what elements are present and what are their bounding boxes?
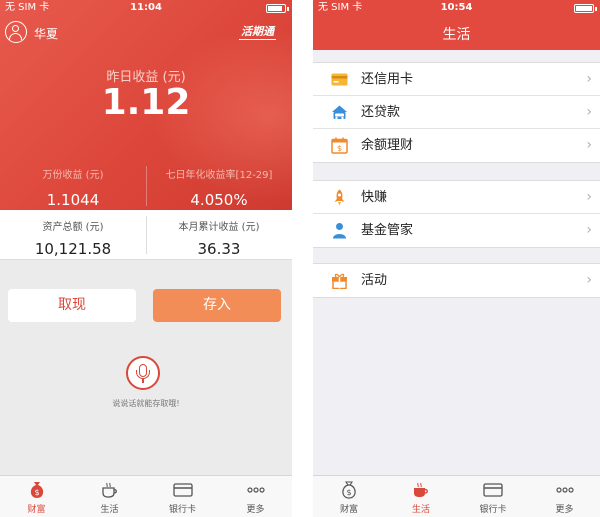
tab-life[interactable]: 生活 <box>385 476 457 517</box>
svg-text:$: $ <box>34 488 39 497</box>
bank-card-icon <box>172 483 193 497</box>
asset-summary: 资产总额 (元) 10,121.58 本月累计收益 (元) 36.33 <box>0 210 292 260</box>
chevron-right-icon: › <box>586 104 592 120</box>
list-item-loan[interactable]: 还贷款 › <box>313 96 600 129</box>
life-screen: 无 SIM 卡 10:54 生活 还信用卡 › 还贷款 › $ 余额理财 › 快… <box>313 0 600 517</box>
status-time: 11:04 <box>130 2 162 13</box>
payments-group: 还信用卡 › 还贷款 › $ 余额理财 › <box>313 62 600 163</box>
rocket-icon <box>334 189 345 206</box>
tab-wealth[interactable]: $ 财富 <box>313 476 385 517</box>
tab-label: 银行卡 <box>168 505 196 515</box>
voice-hint: 说说话就能存取哦! <box>112 399 180 408</box>
house-car-icon <box>332 105 347 120</box>
total-assets-label: 资产总额 (元) <box>42 222 104 233</box>
monthly-earnings-value: 36.33 <box>197 240 241 258</box>
gift-icon <box>332 273 347 289</box>
list-item-activity[interactable]: 活动 › <box>313 264 600 297</box>
chevron-right-icon: › <box>586 272 592 288</box>
per-10k-earnings: 万份收益 (元) 1.1044 <box>0 160 146 209</box>
total-assets: 资产总额 (元) 10,121.58 <box>0 210 146 258</box>
tab-bar: $ 财富 生活 银行卡 更多 <box>0 475 292 517</box>
list-item-label: 还贷款 <box>361 105 401 120</box>
per-10k-earnings-value: 1.1044 <box>46 191 100 209</box>
tab-label: 财富 <box>27 505 46 515</box>
list-item-label: 还信用卡 <box>361 72 414 87</box>
yesterday-earnings-value: 1.12 <box>101 82 191 123</box>
list-item-credit-card[interactable]: 还信用卡 › <box>313 63 600 96</box>
tab-life[interactable]: 生活 <box>73 476 146 517</box>
list-item-balance-wealth[interactable]: $ 余额理财 › <box>313 129 600 162</box>
list-item-label: 基金管家 <box>361 223 414 238</box>
list-item-label: 活动 <box>361 273 388 288</box>
tab-label: 财富 <box>339 505 358 515</box>
list-item-quick-earn[interactable]: 快赚 › <box>313 181 600 214</box>
tab-more[interactable]: 更多 <box>529 476 600 517</box>
nav-bar: 无 SIM 卡 10:54 生活 <box>313 0 600 50</box>
per-10k-earnings-label: 万份收益 (元) <box>42 170 104 181</box>
status-bar: 无 SIM 卡 11:04 <box>0 0 292 16</box>
wealth-screen: 无 SIM 卡 11:04 华夏 活期通 昨日收益 (元) 1.12 万份收益 … <box>0 0 292 517</box>
tab-wealth[interactable]: $ 财富 <box>0 476 73 517</box>
tab-more[interactable]: 更多 <box>219 476 292 517</box>
list-item-fund-manager[interactable]: 基金管家 › <box>313 214 600 247</box>
tab-bank-card[interactable]: 银行卡 <box>457 476 529 517</box>
tab-bar: $ 财富 生活 银行卡 更多 <box>313 475 600 517</box>
coffee-cup-icon <box>414 482 428 497</box>
deposit-button[interactable]: 存入 <box>153 289 281 322</box>
money-bag-icon: $ <box>30 482 43 498</box>
list-item-label: 余额理财 <box>361 138 414 153</box>
calendar-money-icon: $ <box>331 137 348 154</box>
tab-label: 生活 <box>411 505 430 515</box>
credit-card-icon <box>331 73 348 86</box>
bank-card-icon <box>483 483 503 497</box>
page-title: 生活 <box>442 27 471 43</box>
svg-text:$: $ <box>337 144 342 153</box>
earnings-hero: 无 SIM 卡 11:04 华夏 活期通 昨日收益 (元) 1.12 万份收益 … <box>0 0 292 210</box>
chevron-right-icon: › <box>586 71 592 87</box>
svg-text:$: $ <box>346 488 351 497</box>
money-bag-icon: $ <box>342 481 356 499</box>
seven-day-yield-value: 4.050% <box>190 191 248 209</box>
total-assets-value: 10,121.58 <box>34 240 112 258</box>
withdraw-button[interactable]: 取现 <box>8 289 136 322</box>
battery-icon <box>574 4 597 13</box>
battery-icon <box>266 4 289 13</box>
tab-label: 生活 <box>100 505 119 515</box>
activity-group: 活动 › <box>313 263 600 298</box>
brand-logo: 活期通 <box>239 25 276 40</box>
tab-label: 更多 <box>555 505 574 515</box>
monthly-earnings: 本月累计收益 (元) 36.33 <box>146 210 292 258</box>
seven-day-yield-label: 七日年化收益率[12-29] <box>165 170 273 181</box>
username[interactable]: 华夏 <box>34 25 58 42</box>
chevron-right-icon: › <box>586 189 592 205</box>
microphone-icon[interactable] <box>126 356 160 390</box>
tab-label: 更多 <box>246 505 265 515</box>
more-dots-icon <box>555 487 574 493</box>
tab-bank-card[interactable]: 银行卡 <box>146 476 219 517</box>
avatar[interactable] <box>5 21 27 43</box>
list-item-label: 快赚 <box>361 190 388 205</box>
more-dots-icon <box>246 487 265 493</box>
status-bar: 无 SIM 卡 10:54 <box>313 0 600 16</box>
tab-label: 银行卡 <box>479 505 507 515</box>
seven-day-yield: 七日年化收益率[12-29] 4.050% <box>146 160 292 209</box>
chevron-right-icon: › <box>586 222 592 238</box>
status-time: 10:54 <box>440 2 473 13</box>
monthly-earnings-label: 本月累计收益 (元) <box>178 222 260 233</box>
person-icon <box>333 223 346 239</box>
chevron-right-icon: › <box>586 137 592 153</box>
coffee-cup-icon <box>101 482 117 498</box>
yield-stats: 万份收益 (元) 1.1044 七日年化收益率[12-29] 4.050% <box>0 160 292 210</box>
investment-group: 快赚 › 基金管家 › <box>313 180 600 248</box>
